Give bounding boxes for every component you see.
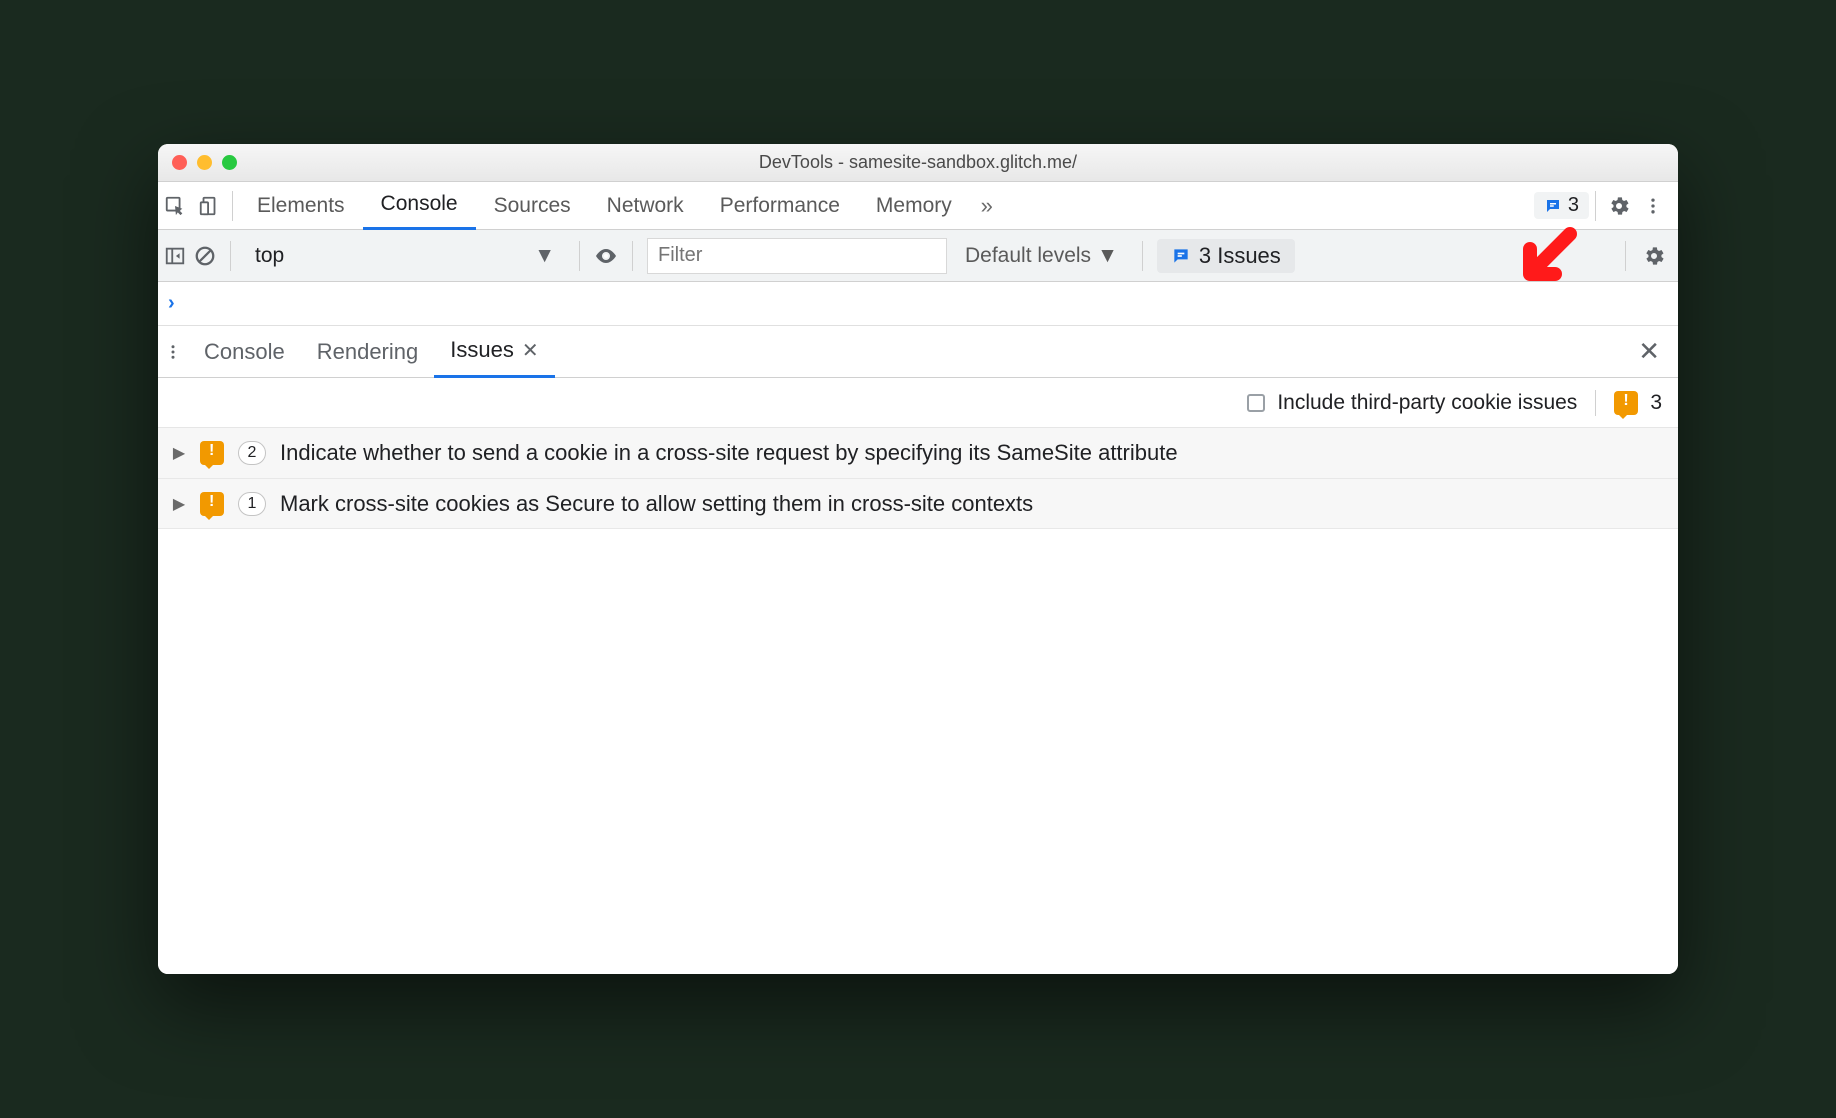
drawer-kebab-icon[interactable]	[158, 343, 188, 361]
dropdown-caret-icon: ▼	[1097, 244, 1118, 268]
issue-count-badge: 2	[238, 441, 266, 465]
issue-row[interactable]: ▶ 1 Mark cross-site cookies as Secure to…	[158, 479, 1678, 530]
settings-gear-icon[interactable]	[1602, 194, 1636, 218]
close-drawer-icon[interactable]: ✕	[1620, 336, 1678, 367]
levels-label: Default levels	[965, 244, 1091, 268]
main-issues-count: 3	[1568, 194, 1579, 217]
issues-list: ▶ 2 Indicate whether to send a cookie in…	[158, 428, 1678, 974]
more-tabs-icon[interactable]: »	[970, 193, 1004, 219]
issues-toolbar: Include third-party cookie issues 3	[158, 378, 1678, 428]
divider	[1625, 241, 1626, 271]
main-tab-bar: Elements Console Sources Network Perform…	[158, 182, 1678, 230]
console-issues-label: 3 Issues	[1199, 243, 1281, 269]
log-levels-selector[interactable]: Default levels ▼	[955, 244, 1128, 268]
third-party-checkbox[interactable]	[1247, 394, 1265, 412]
inspect-element-icon[interactable]	[158, 195, 192, 217]
divider	[230, 241, 231, 271]
dropdown-caret-icon: ▼	[534, 244, 555, 268]
issues-flag-icon	[1171, 246, 1191, 266]
issue-title: Mark cross-site cookies as Secure to all…	[280, 489, 1664, 519]
traffic-lights	[172, 155, 237, 170]
live-expression-eye-icon[interactable]	[594, 244, 618, 268]
warning-icon	[1614, 391, 1638, 415]
minimize-window-button[interactable]	[197, 155, 212, 170]
console-settings-gear-icon[interactable]	[1642, 244, 1666, 268]
kebab-menu-icon[interactable]	[1636, 196, 1670, 216]
warning-icon	[200, 492, 224, 516]
tab-memory[interactable]: Memory	[858, 182, 970, 230]
prompt-caret-icon: ›	[168, 292, 175, 315]
divider	[1595, 390, 1596, 416]
tab-performance[interactable]: Performance	[702, 182, 858, 230]
tab-sources[interactable]: Sources	[476, 182, 589, 230]
tab-console[interactable]: Console	[363, 182, 476, 230]
sidebar-toggle-icon[interactable]	[164, 245, 186, 267]
context-selector[interactable]: top ▼	[245, 238, 565, 274]
zoom-window-button[interactable]	[222, 155, 237, 170]
warning-icon	[200, 441, 224, 465]
annotation-arrow-icon	[1510, 224, 1580, 294]
divider	[1595, 191, 1596, 221]
divider	[579, 241, 580, 271]
divider	[632, 241, 633, 271]
divider	[1142, 241, 1143, 271]
window-title: DevTools - samesite-sandbox.glitch.me/	[158, 152, 1678, 173]
drawer-tab-issues-label: Issues	[450, 337, 514, 363]
filter-input[interactable]	[647, 238, 947, 274]
device-toolbar-icon[interactable]	[192, 195, 226, 217]
issues-total-count: 3	[1650, 391, 1662, 415]
tab-network[interactable]: Network	[589, 182, 702, 230]
console-prompt[interactable]: ›	[158, 282, 1678, 326]
expand-triangle-icon[interactable]: ▶	[172, 443, 186, 463]
clear-console-icon[interactable]	[194, 245, 216, 267]
drawer-tab-rendering[interactable]: Rendering	[301, 326, 435, 378]
close-tab-icon[interactable]: ✕	[522, 338, 539, 363]
devtools-window: DevTools - samesite-sandbox.glitch.me/ E…	[158, 144, 1678, 974]
close-window-button[interactable]	[172, 155, 187, 170]
expand-triangle-icon[interactable]: ▶	[172, 494, 186, 514]
divider	[232, 191, 233, 221]
issue-title: Indicate whether to send a cookie in a c…	[280, 438, 1664, 468]
titlebar: DevTools - samesite-sandbox.glitch.me/	[158, 144, 1678, 182]
third-party-label: Include third-party cookie issues	[1277, 391, 1577, 415]
tab-elements[interactable]: Elements	[239, 182, 363, 230]
issues-flag-icon	[1544, 197, 1562, 215]
issue-row[interactable]: ▶ 2 Indicate whether to send a cookie in…	[158, 428, 1678, 479]
drawer-tab-issues[interactable]: Issues ✕	[434, 326, 554, 378]
drawer-tab-bar: Console Rendering Issues ✕ ✕	[158, 326, 1678, 378]
console-issues-button[interactable]: 3 Issues	[1157, 239, 1295, 273]
console-toolbar: top ▼ Default levels ▼ 3 Issues	[158, 230, 1678, 282]
context-value: top	[255, 244, 284, 268]
main-issues-counter[interactable]: 3	[1534, 192, 1589, 219]
drawer-tab-console[interactable]: Console	[188, 326, 301, 378]
issue-count-badge: 1	[238, 492, 266, 516]
